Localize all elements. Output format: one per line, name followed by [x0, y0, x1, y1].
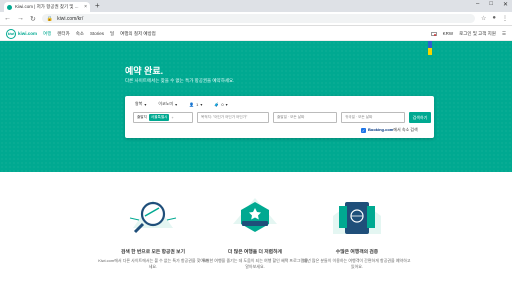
favicon-icon [7, 4, 12, 10]
header-right: KRW 로그인 및 고객 지원 ☰ [430, 31, 506, 37]
origin-chip[interactable]: 서울특별시 [148, 114, 170, 121]
browser-tab-bar: Kiwi.com | 저가 항공권 찾기 및 ... × + – □ ✕ [0, 0, 512, 12]
booking-label: Booking.com에서 숙소 검색 [368, 127, 418, 133]
nav-stays[interactable]: 숙소 [76, 31, 84, 37]
booking-option[interactable]: ✓ Booking.com에서 숙소 검색 [361, 127, 418, 133]
passengers-select[interactable]: 👤 1 ▾ [189, 102, 202, 107]
feature-desc: 특별한 여행을 즐기는 데 도움이 되는 여행 할인 혜택 프로그램을 알아보세… [202, 258, 308, 269]
new-tab-button[interactable]: + [95, 1, 100, 10]
bags-select[interactable]: 🧳 0 ▾ [214, 102, 227, 107]
profile-icon[interactable]: ● [492, 15, 496, 22]
chevron-down-icon: ▾ [200, 101, 203, 107]
url-input[interactable]: 🔒 kiwi.com/kr/ [41, 14, 475, 23]
origin-field[interactable]: 출발지 서울특별시 + [133, 112, 193, 123]
hero-subtitle: 다른 사이트에서는 찾을 수 없는 특가 항공권을 예약하세요. [125, 78, 235, 83]
nav-deals[interactable]: 딜 [110, 31, 114, 37]
features-section: 검색 한 번으로 모든 항공권 보기 Kiwi.com에서 다른 사이트에서는 … [0, 172, 512, 292]
origin-label: 출발지 [137, 115, 147, 119]
cabin-value: 이코노미 [158, 101, 174, 106]
window-controls: – □ ✕ [476, 1, 508, 8]
hamburger-icon[interactable]: ☰ [502, 31, 506, 37]
minimize-icon[interactable]: – [476, 1, 479, 8]
feature-desc: Kiwi.com에서 다른 사이트에서는 볼 수 없는 특가 항공권을 찾아보세… [98, 258, 208, 269]
passport-illustration-icon [329, 194, 385, 240]
travel-hack-badge-icon [227, 194, 283, 240]
feature-title: 수많은 여행객의 검증 [335, 250, 379, 255]
trip-type-value: 왕복 [135, 101, 143, 106]
reload-icon[interactable]: ↻ [30, 15, 36, 23]
destination-input[interactable]: 목적지: "어딘가 어딘가 어딘가" [197, 112, 269, 123]
tab-title: Kiwi.com | 저가 항공권 찾기 및 ... [15, 4, 79, 9]
lock-icon: 🔒 [46, 15, 54, 22]
login-link[interactable]: 로그인 및 고객 지원 [459, 31, 496, 37]
feature-desc: 매년 많은 분들이 이용하는 여행객이 간편하게 항공권을 예약하고 있어요. [303, 258, 411, 269]
nav-travel-hacks[interactable]: 여행의 철저 예방접 [120, 31, 156, 37]
cabin-select[interactable]: 이코노미 ▾ [158, 101, 177, 107]
address-bar: ← → ↻ 🔒 kiwi.com/kr/ ☆ ● ⋮ [0, 12, 512, 26]
ukraine-ribbon [428, 41, 432, 55]
currency-selector[interactable]: KRW [443, 31, 453, 36]
korea-flag-icon[interactable] [430, 31, 437, 36]
logo-mark: kiwi [6, 28, 16, 39]
site-logo[interactable]: kiwi kiwi.com [6, 28, 38, 39]
feature-title: 검색 한 번으로 모든 항공권 보기 [120, 250, 186, 255]
search-form: 왕복 ▾ 이코노미 ▾ 👤 1 ▾ 🧳 0 ▾ 출발지 서울특별시 + 목적지: "어딘가 … [125, 96, 434, 138]
search-fields: 출발지 서울특별시 + 목적지: "어딘가 어딘가 어딘가" 출발일 · 모든 … [133, 112, 431, 123]
window-close-icon[interactable]: ✕ [503, 1, 508, 8]
maximize-icon[interactable]: □ [489, 1, 493, 8]
booking-brand: Booking.com [368, 127, 394, 132]
chevron-down-icon: ▾ [225, 101, 228, 107]
bookmark-icon[interactable]: ☆ [481, 15, 486, 22]
browser-actions: ☆ ● ⋮ [481, 15, 508, 22]
checkbox-checked-icon[interactable]: ✓ [361, 127, 366, 133]
chevron-down-icon: ▾ [175, 101, 178, 107]
browser-tab[interactable]: Kiwi.com | 저가 항공권 찾기 및 ... × [4, 2, 90, 12]
passenger-count: 1 [196, 101, 199, 107]
tab-close-icon[interactable]: × [84, 4, 87, 10]
logo-text: kiwi.com [18, 31, 38, 36]
forward-icon[interactable]: → [17, 15, 24, 22]
site-header: kiwi kiwi.com 여행 렌터카 숙소 Stories 딜 여행의 철저… [0, 27, 512, 41]
back-icon[interactable]: ← [4, 15, 11, 22]
trip-type-select[interactable]: 왕복 ▾ [135, 101, 146, 107]
nav-stories[interactable]: Stories [90, 31, 104, 36]
chevron-down-icon: ▾ [144, 101, 147, 107]
magnifier-illustration-icon [125, 194, 181, 240]
search-button[interactable]: 검색하기 [409, 112, 431, 123]
nav-car-rental[interactable]: 렌터카 [57, 31, 69, 37]
return-date-input[interactable]: 귀국일 · 모든 날짜 [341, 112, 405, 123]
bag-count: 0 [221, 101, 224, 107]
booking-text: 에서 숙소 검색 [393, 127, 418, 132]
url-text: kiwi.com/kr/ [57, 15, 84, 22]
feature-title: 더 많은 여행을 더 저렴하게 [228, 250, 282, 255]
nav-travel[interactable]: 여행 [43, 31, 51, 37]
feature-card: 더 많은 여행을 더 저렴하게 특별한 여행을 즐기는 데 도움이 되는 여행 … [200, 194, 310, 269]
bag-icon: 🧳 [214, 101, 220, 107]
menu-icon[interactable]: ⋮ [502, 15, 508, 22]
hero-title: 예약 완료. [125, 66, 164, 76]
feature-card: 검색 한 번으로 모든 항공권 보기 Kiwi.com에서 다른 사이트에서는 … [98, 194, 208, 269]
search-options: 왕복 ▾ 이코노미 ▾ 👤 1 ▾ 🧳 0 ▾ [135, 101, 228, 107]
person-icon: 👤 [189, 101, 195, 107]
feature-card: 수많은 여행객의 검증 매년 많은 분들이 이용하는 여행객이 간편하게 항공권… [302, 194, 412, 269]
depart-date-input[interactable]: 출발일 · 모든 날짜 [273, 112, 337, 123]
add-icon[interactable]: + [171, 116, 173, 120]
